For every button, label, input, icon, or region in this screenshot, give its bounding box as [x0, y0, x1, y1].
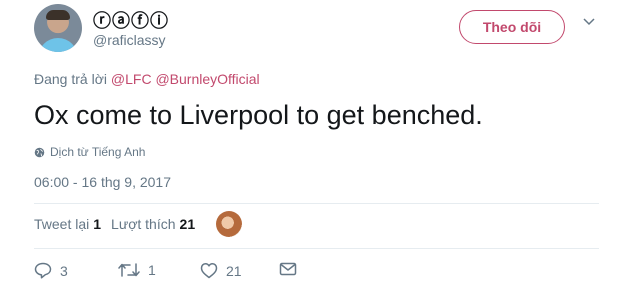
reply-action[interactable]: 3 — [34, 262, 68, 279]
mention-burnley[interactable]: @BurnleyOfficial — [155, 71, 259, 87]
retweets-count: 1 — [93, 216, 102, 232]
mention-lfc[interactable]: @LFC — [111, 71, 152, 87]
globe-icon — [34, 147, 45, 158]
likes-stat[interactable]: Lượt thích 21 — [111, 216, 195, 232]
retweet-action[interactable]: 1 — [118, 262, 156, 278]
avatar-hair — [46, 10, 70, 20]
likes-count: 21 — [179, 216, 196, 232]
tweet-stats: Tweet lại 1 Lượt thích 21 — [34, 216, 195, 232]
follow-button[interactable]: Theo dõi — [459, 10, 565, 44]
user-avatar[interactable] — [34, 4, 82, 52]
liker-avatar[interactable] — [216, 211, 242, 237]
message-action[interactable] — [279, 262, 297, 276]
retweets-stat[interactable]: Tweet lại 1 — [34, 216, 101, 232]
chevron-down-icon[interactable] — [583, 18, 595, 26]
translate-link[interactable]: Dịch từ Tiếng Anh — [34, 145, 145, 159]
reply-icon — [34, 262, 52, 279]
reply-context: Đang trả lời @LFC @BurnleyOfficial — [34, 71, 260, 87]
display-name[interactable]: ⓡⓐⓕⓘ — [93, 7, 169, 33]
heart-icon — [200, 262, 218, 279]
retweet-icon — [118, 262, 140, 278]
tweet-text: Ox come to Liverpool to get benched. — [34, 100, 483, 130]
likes-label: Lượt thích — [111, 216, 176, 232]
retweets-label: Tweet lại — [34, 216, 90, 232]
tweet-timestamp[interactable]: 06:00 - 16 thg 9, 2017 — [34, 174, 171, 190]
like-count: 21 — [226, 262, 242, 279]
translate-label[interactable]: Dịch từ Tiếng Anh — [50, 145, 145, 159]
avatar-shirt — [38, 38, 78, 52]
retweet-count: 1 — [148, 262, 156, 278]
user-handle[interactable]: @raficlassy — [93, 32, 166, 48]
like-action[interactable]: 21 — [200, 262, 242, 279]
divider-top — [34, 203, 599, 204]
envelope-icon — [279, 262, 297, 276]
reply-prefix: Đang trả lời — [34, 71, 111, 87]
divider-bottom — [34, 248, 599, 249]
reply-count: 3 — [60, 262, 68, 279]
